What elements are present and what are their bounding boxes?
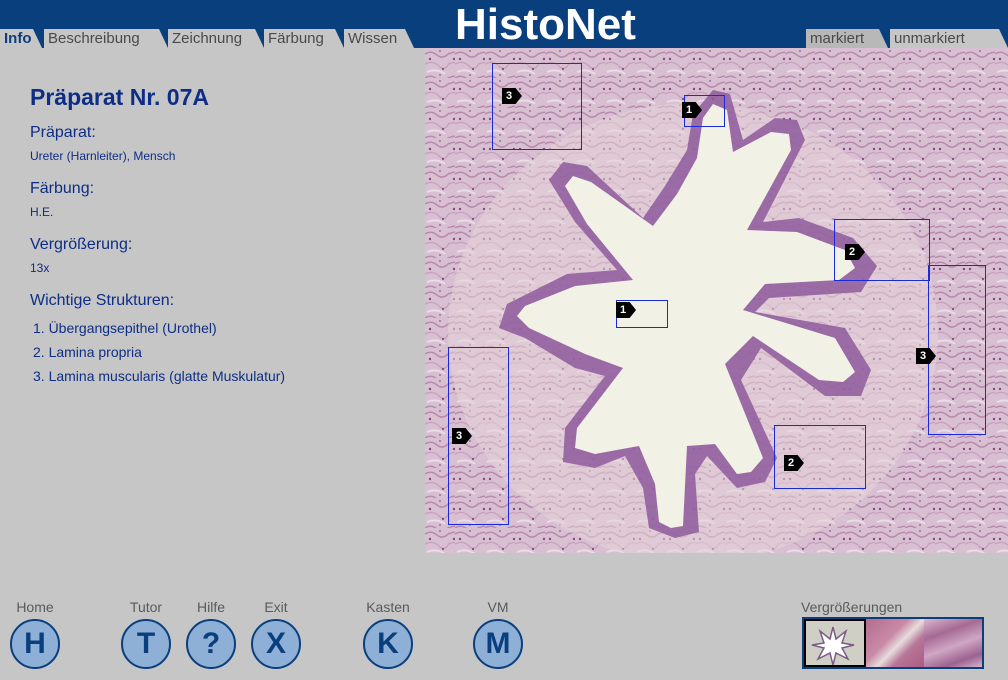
app-logo: HistoNet	[455, 0, 636, 49]
vm-button[interactable]: M	[473, 619, 523, 669]
page-title: Präparat Nr. 07A	[30, 84, 209, 110]
magnification-value: 13x	[30, 261, 50, 275]
nav-label-home: Home	[16, 599, 54, 615]
exit-button[interactable]: X	[251, 619, 301, 669]
structure-item-urothel: 1. Übergangsepithel (Urothel)	[33, 320, 217, 336]
structures-label: Wichtige Strukturen:	[30, 292, 175, 309]
roi-box-muscularis-right[interactable]	[928, 265, 986, 435]
tab-unmarkiert[interactable]: unmarkiert	[890, 29, 1008, 48]
home-button[interactable]: H	[10, 619, 60, 669]
magnification-thumbnails	[802, 617, 984, 669]
tab-zeichnung[interactable]: Zeichnung	[168, 29, 264, 48]
structure-item-lamina-propria: 2. Lamina propria	[33, 344, 142, 360]
nav-label-exit: Exit	[264, 599, 288, 615]
tutor-button[interactable]: T	[121, 619, 171, 669]
structure-item-lamina-muscularis: 3. Lamina muscularis (glatte Muskulatur)	[33, 368, 286, 384]
preparat-value: Ureter (Harnleiter), Mensch	[30, 149, 176, 163]
help-button[interactable]: ?	[186, 619, 236, 669]
tab-markiert[interactable]: markiert	[806, 29, 888, 48]
thumbnail-overview-star	[811, 626, 855, 666]
structures-list: 1. Übergangsepithel (Urothel) 2. Lamina …	[33, 318, 285, 390]
tab-beschreibung[interactable]: Beschreibung	[44, 29, 168, 48]
tab-wissen[interactable]: Wissen	[344, 29, 414, 48]
staining-label: Färbung:	[30, 180, 95, 197]
nav-label-kasten: Kasten	[366, 599, 410, 615]
preparat-label: Präparat:	[30, 124, 96, 141]
tab-faerbung[interactable]: Färbung	[264, 29, 344, 48]
staining-value: H.E.	[30, 205, 54, 219]
nav-label-vm: VM	[487, 599, 509, 615]
kasten-button[interactable]: K	[363, 619, 413, 669]
thumbnail-medium[interactable]	[866, 619, 924, 667]
roi-box-muscularis-top[interactable]	[492, 63, 582, 150]
thumbnail-overview[interactable]	[804, 619, 866, 667]
magnifications-label: Vergrößerungen	[801, 599, 903, 615]
thumbnail-high[interactable]	[924, 619, 982, 667]
magnification-label: Vergrößerung:	[30, 236, 133, 253]
